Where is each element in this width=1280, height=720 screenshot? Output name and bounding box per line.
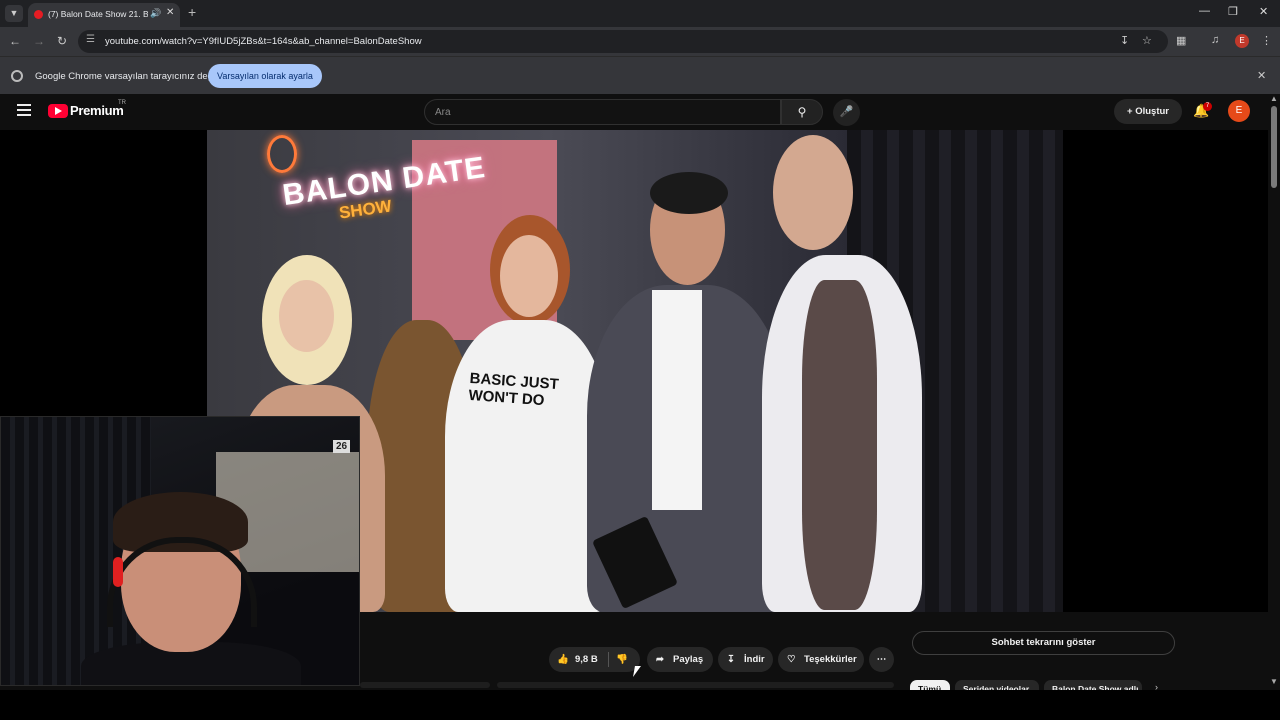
share-label: Paylaş xyxy=(673,654,704,665)
create-label: Oluştur xyxy=(1135,106,1169,117)
like-divider xyxy=(608,652,609,667)
show-chat-replay-button[interactable]: Sohbet tekrarını göster xyxy=(912,631,1175,655)
site-info-icon[interactable]: ☰ xyxy=(86,34,95,45)
default-browser-infobar: Google Chrome varsayılan tarayıcınız değ… xyxy=(0,56,1280,94)
title-placeholder-bar xyxy=(360,682,490,688)
reload-icon[interactable]: ↻ xyxy=(57,34,67,48)
description-placeholder-bar xyxy=(497,682,894,688)
address-bar[interactable]: ☰ youtube.com/watch?v=Y9fIUD5jZBs&t=164s… xyxy=(78,30,1168,53)
browser-tab-bar: ▼ (7) Balon Date Show 21. Bö 🔊 ✕ + — ❐ ✕ xyxy=(0,0,1280,27)
tab-audio-icon[interactable]: 🔊 xyxy=(150,8,161,19)
forward-arrow-icon[interactable]: → xyxy=(33,34,45,48)
search-button[interactable]: ⚲ xyxy=(781,99,823,125)
download-icon: ↧ xyxy=(727,654,735,665)
scrollbar-thumb[interactable] xyxy=(1271,106,1277,188)
webcam-shelf-badge: 26 xyxy=(333,440,351,453)
set-default-button[interactable]: Varsayılan olarak ayarla xyxy=(208,64,322,88)
window-close-icon[interactable]: ✕ xyxy=(1259,5,1268,18)
neon-balloon-icon xyxy=(267,135,297,173)
create-button[interactable]: + Oluştur xyxy=(1114,99,1182,124)
scroll-up-arrow-icon[interactable]: ▲ xyxy=(1270,94,1278,103)
download-label: İndir xyxy=(744,654,765,665)
like-dislike-group: 👍 9,8 B 👎 xyxy=(549,647,640,672)
chrome-logo-icon xyxy=(11,70,23,82)
plus-icon: + xyxy=(1127,106,1136,117)
thanks-button[interactable]: ♡ Teşekkürler xyxy=(778,647,864,672)
youtube-logo-icon[interactable] xyxy=(48,104,68,118)
infobar-message: Google Chrome varsayılan tarayıcınız değ… xyxy=(35,71,218,82)
headphone-light xyxy=(113,557,123,587)
install-app-icon[interactable]: ↧ xyxy=(1120,34,1129,47)
share-button[interactable]: ➦ Paylaş xyxy=(647,647,713,672)
infobar-close-icon[interactable]: ✕ xyxy=(1257,69,1266,82)
media-control-icon[interactable]: ♫ xyxy=(1211,34,1219,46)
search-box[interactable] xyxy=(424,99,781,125)
tab-title: (7) Balon Date Show 21. Bö xyxy=(48,9,148,19)
taskbar-area xyxy=(0,690,1280,720)
address-url[interactable]: youtube.com/watch?v=Y9fIUD5jZBs&t=164s&a… xyxy=(105,36,422,47)
window-restore-icon[interactable]: ❐ xyxy=(1228,5,1238,18)
youtube-favicon-icon xyxy=(34,10,43,19)
webcam-overlay: 26 xyxy=(0,416,360,686)
browser-toolbar: ← → ↻ ☰ youtube.com/watch?v=Y9fIUD5jZBs&… xyxy=(0,27,1280,56)
account-avatar[interactable]: E xyxy=(1228,100,1250,122)
new-tab-button[interactable]: + xyxy=(188,4,196,20)
voice-search-icon[interactable]: 🎤 xyxy=(833,99,860,126)
person-blonde-face xyxy=(279,280,334,352)
share-arrow-icon: ➦ xyxy=(656,654,664,665)
extensions-puzzle-icon[interactable]: ▦ xyxy=(1176,34,1186,47)
youtube-premium-wordmark[interactable]: Premium xyxy=(70,103,124,118)
person-glasses-body xyxy=(445,320,610,612)
back-arrow-icon[interactable]: ← xyxy=(9,34,21,48)
scroll-down-arrow-icon[interactable]: ▼ xyxy=(1270,677,1278,686)
tab-close-icon[interactable]: ✕ xyxy=(166,7,174,18)
tab-search-button[interactable]: ▼ xyxy=(5,5,23,22)
youtube-header: Premium TR ⚲ 🎤 + Oluştur 🔔 7 E xyxy=(0,94,1280,130)
search-input[interactable] xyxy=(435,104,765,121)
country-code: TR xyxy=(118,100,126,106)
more-actions-button[interactable]: ⋯ xyxy=(869,647,894,672)
person-suit-shirt xyxy=(652,290,702,510)
mouse-cursor-icon xyxy=(633,666,641,677)
person-glasses-face xyxy=(500,235,558,317)
download-button[interactable]: ↧ İndir xyxy=(718,647,773,672)
profile-avatar[interactable]: E xyxy=(1235,34,1249,48)
thanks-label: Teşekkürler xyxy=(804,654,857,665)
window-minimize-icon[interactable]: — xyxy=(1199,5,1210,17)
guide-menu-icon[interactable] xyxy=(17,104,31,116)
like-count[interactable]: 9,8 B xyxy=(575,647,598,672)
dislike-thumb-icon[interactable]: 👎 xyxy=(616,647,628,672)
bookmark-star-icon[interactable]: ☆ xyxy=(1142,34,1152,47)
more-dots-icon: ⋯ xyxy=(876,654,887,665)
chrome-menu-icon[interactable]: ⋮ xyxy=(1261,34,1272,47)
shirt-print: BASIC JUST WON'T DO xyxy=(468,370,559,410)
browser-tab-active[interactable]: (7) Balon Date Show 21. Bö 🔊 ✕ xyxy=(28,3,180,27)
thanks-heart-icon: ♡ xyxy=(787,654,796,665)
notification-count-badge: 7 xyxy=(1203,102,1212,111)
person-tattoo-arm xyxy=(802,280,877,610)
person-tattoo-face xyxy=(773,135,853,250)
like-thumb-icon[interactable]: 👍 xyxy=(557,647,569,672)
person-suit-hair xyxy=(650,172,728,214)
